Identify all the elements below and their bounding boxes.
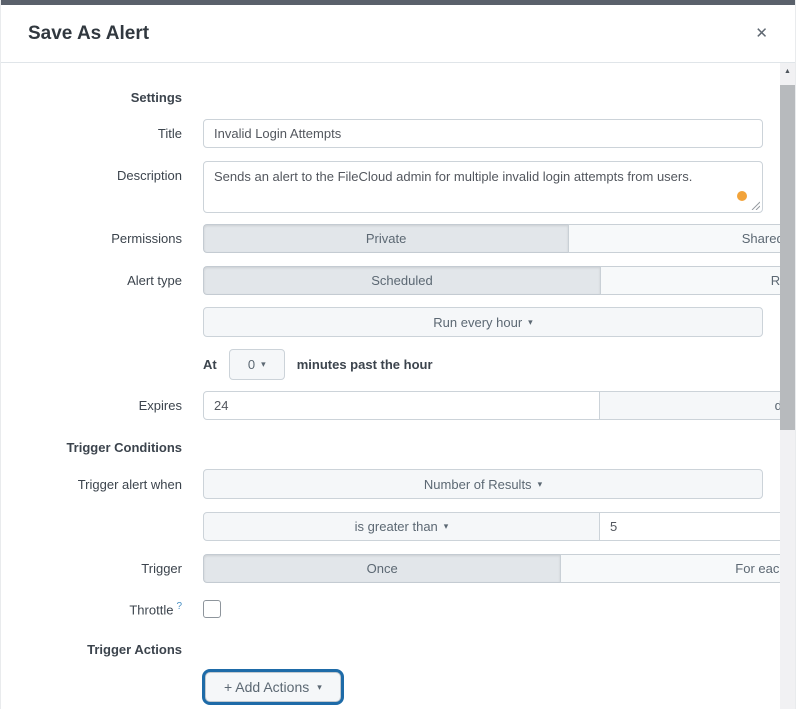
description-label: Description	[1, 161, 182, 183]
permissions-toggle: Private Shared in App	[203, 224, 796, 253]
alert-type-toggle: Scheduled Real-time	[203, 266, 796, 295]
dialog-title: Save As Alert	[28, 23, 149, 45]
trigger-alert-when-dropdown[interactable]: Number of Results ▾	[203, 469, 763, 499]
caret-down-icon: ▾	[261, 360, 266, 369]
title-label: Title	[1, 126, 182, 141]
minutes-past-hour-label: minutes past the hour	[297, 357, 433, 372]
permissions-private-button[interactable]: Private	[203, 224, 568, 253]
throttle-help-link[interactable]: ?	[176, 601, 182, 612]
comparator-value: is greater than	[355, 519, 438, 534]
expires-label: Expires	[1, 398, 182, 413]
settings-heading: Settings	[1, 90, 182, 105]
throttle-label: Throttle?	[1, 601, 182, 617]
caret-down-icon: ▾	[538, 480, 543, 489]
orange-dot-icon	[737, 191, 747, 201]
alert-type-label: Alert type	[1, 273, 182, 288]
dialog-body: Settings Title Description Sends an aler…	[1, 63, 795, 702]
trigger-actions-heading: Trigger Actions	[1, 642, 182, 657]
expires-input[interactable]	[203, 391, 600, 420]
scrollbar-thumb[interactable]	[780, 85, 795, 430]
schedule-dropdown-value: Run every hour	[433, 315, 522, 330]
at-label: At	[203, 357, 217, 372]
scrollbar-up-arrow-icon[interactable]: ▲	[780, 63, 795, 79]
description-textarea[interactable]: Sends an alert to the FileCloud admin fo…	[203, 161, 763, 213]
add-actions-button[interactable]: + Add Actions ▾	[205, 672, 341, 702]
threshold-input[interactable]	[600, 512, 796, 541]
trigger-toggle: Once For each result	[203, 554, 796, 583]
add-actions-label: + Add Actions	[224, 679, 309, 695]
trigger-once-button[interactable]: Once	[203, 554, 560, 583]
caret-down-icon: ▾	[444, 522, 449, 531]
minutes-dropdown-value: 0	[248, 357, 255, 372]
permissions-shared-button[interactable]: Shared in App	[568, 224, 796, 253]
caret-down-icon: ▾	[528, 318, 533, 327]
permissions-label: Permissions	[1, 231, 182, 246]
trigger-alert-when-value: Number of Results	[424, 477, 532, 492]
comparator-dropdown[interactable]: is greater than ▾	[203, 512, 600, 541]
trigger-alert-when-label: Trigger alert when	[1, 477, 182, 492]
throttle-checkbox[interactable]	[203, 600, 221, 618]
caret-down-icon: ▾	[317, 683, 322, 692]
trigger-each-result-button[interactable]: For each result	[560, 554, 796, 583]
close-icon[interactable]: ✕	[751, 22, 772, 45]
title-input[interactable]	[203, 119, 763, 148]
schedule-dropdown[interactable]: Run every hour ▾	[203, 307, 763, 337]
dialog-header: Save As Alert ✕	[1, 5, 795, 63]
scrollbar[interactable]: ▲	[780, 63, 795, 709]
trigger-conditions-heading: Trigger Conditions	[1, 440, 182, 455]
resize-handle-icon[interactable]	[751, 201, 760, 210]
minutes-dropdown[interactable]: 0 ▾	[229, 349, 285, 380]
expires-unit-dropdown[interactable]: day(s) ▾	[600, 391, 796, 420]
alert-type-scheduled-button[interactable]: Scheduled	[203, 266, 600, 295]
alert-type-realtime-button[interactable]: Real-time	[600, 266, 796, 295]
save-as-alert-dialog: Save As Alert ✕ Settings Title Descripti…	[0, 0, 796, 709]
trigger-label: Trigger	[1, 561, 182, 576]
